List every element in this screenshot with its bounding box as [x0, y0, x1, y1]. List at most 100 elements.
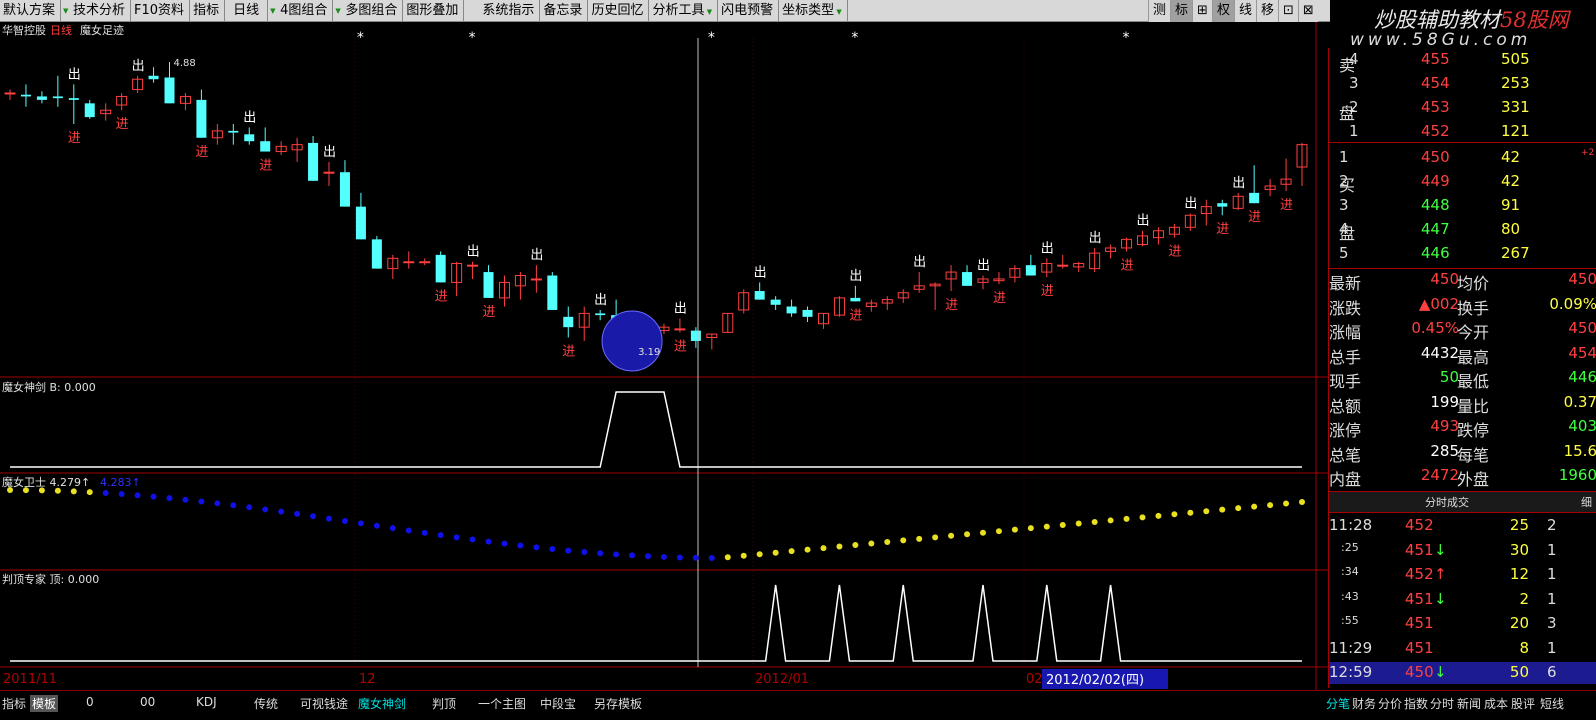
- sell-price[interactable]: 453: [1421, 98, 1450, 116]
- quote-tab[interactable]: 分时: [1430, 695, 1454, 712]
- buy-level[interactable]: 2: [1339, 172, 1349, 190]
- buy-level[interactable]: 5: [1339, 244, 1349, 262]
- quote-tab[interactable]: 短线: [1540, 695, 1564, 712]
- sell-volume[interactable]: 253: [1501, 74, 1530, 92]
- buy-volume[interactable]: 42: [1501, 148, 1520, 166]
- quote-tab[interactable]: 股评: [1511, 695, 1535, 712]
- buy-price[interactable]: 448: [1421, 196, 1450, 214]
- sell-price[interactable]: 455: [1421, 50, 1450, 68]
- menu-memo[interactable]: 备忘录: [540, 0, 589, 21]
- sell-level[interactable]: 4: [1349, 50, 1359, 68]
- bottom-tab[interactable]: 另存模板: [594, 695, 642, 712]
- sell-level[interactable]: 1: [1349, 122, 1359, 140]
- sell-level[interactable]: 2: [1349, 98, 1359, 116]
- quote-tab[interactable]: 新闻: [1457, 695, 1481, 712]
- menu-daily[interactable]: 日线: [225, 0, 269, 21]
- tick-direction-icon: ↓: [1434, 540, 1447, 559]
- sell-volume[interactable]: 331: [1501, 98, 1530, 116]
- buy-volume[interactable]: 42: [1501, 172, 1520, 190]
- menu-history[interactable]: 历史回忆: [588, 0, 650, 21]
- bottom-tab[interactable]: 0: [86, 695, 94, 709]
- tick-price: 451: [1405, 638, 1434, 657]
- menu-analysis-tools[interactable]: 分析工具: [649, 0, 719, 21]
- tick-count: 2: [1547, 516, 1557, 534]
- quote-tab[interactable]: 财务: [1352, 695, 1376, 712]
- menu-default-scheme[interactable]: 默认方案: [0, 0, 62, 21]
- signal-out-label: 出: [849, 269, 862, 284]
- buy-price[interactable]: 449: [1421, 172, 1450, 190]
- candle-body: [563, 316, 574, 328]
- sell-level[interactable]: 3: [1349, 74, 1359, 92]
- guard-dot: [86, 489, 93, 496]
- candle-body: [244, 134, 255, 142]
- guard-dot: [1107, 517, 1114, 524]
- candle-body: [196, 99, 207, 138]
- buy-level[interactable]: 4: [1339, 220, 1349, 238]
- bottom-tab[interactable]: 模板: [30, 695, 59, 712]
- quote-tab[interactable]: 分价: [1378, 695, 1402, 712]
- guard-dot: [995, 528, 1002, 535]
- star-marker: *: [708, 30, 715, 46]
- menu-4-chart[interactable]: 4图组合: [268, 0, 334, 21]
- tool-move[interactable]: 移: [1255, 0, 1278, 22]
- guard-dot: [134, 492, 141, 499]
- bottom-tab[interactable]: 可视钱途: [300, 695, 348, 712]
- guard-dot: [1171, 511, 1178, 518]
- bottom-tab[interactable]: 中段宝: [540, 695, 576, 712]
- guard-dot: [565, 547, 572, 554]
- bottom-tab[interactable]: 魔女神剑: [358, 695, 406, 712]
- buy-level[interactable]: 3: [1339, 196, 1349, 214]
- signal-in-label: 进: [1168, 245, 1181, 260]
- signal-out-label: 出: [913, 255, 926, 270]
- quote-tab[interactable]: 成本: [1484, 695, 1508, 712]
- menu-technical-analysis[interactable]: 技术分析: [61, 0, 132, 21]
- sell-volume[interactable]: 505: [1501, 50, 1530, 68]
- menu-system[interactable]: 系统指示: [464, 0, 541, 21]
- menu-multi-chart[interactable]: 多图组合: [333, 0, 404, 21]
- close-icon[interactable]: ⊠: [1297, 0, 1318, 22]
- bottom-tab[interactable]: KDJ: [196, 695, 217, 709]
- menu-overlay[interactable]: 图形叠加: [403, 0, 465, 21]
- tick-direction-icon: ↑: [1434, 565, 1447, 583]
- bottom-tab[interactable]: 传统: [254, 695, 278, 712]
- quote-tab[interactable]: 分笔: [1326, 695, 1350, 712]
- stat-label: 每笔: [1457, 445, 1490, 465]
- buy-level[interactable]: 1: [1339, 148, 1349, 166]
- tool-measure[interactable]: 测: [1148, 0, 1170, 22]
- bottom-tab[interactable]: 一个主图: [478, 695, 526, 712]
- quote-tab[interactable]: 指数: [1404, 695, 1428, 712]
- buy-price[interactable]: 446: [1421, 244, 1450, 262]
- bottom-tab[interactable]: 00: [140, 695, 155, 709]
- guard-dot: [485, 538, 492, 545]
- guard-dot: [756, 551, 763, 558]
- tool-rights[interactable]: 权: [1211, 0, 1234, 22]
- tool-mark[interactable]: 标: [1170, 0, 1193, 22]
- low-marker-circle: [601, 310, 663, 372]
- tool-line[interactable]: 线: [1233, 0, 1256, 22]
- bottom-tab[interactable]: 指标: [2, 695, 26, 712]
- buy-volume[interactable]: 91: [1501, 196, 1520, 214]
- tick-price: 451: [1405, 589, 1434, 608]
- ticks-detail-button[interactable]: 细: [1581, 494, 1592, 510]
- restore-icon[interactable]: ⊡: [1277, 0, 1298, 22]
- guard-dot: [1187, 509, 1194, 516]
- buy-price[interactable]: 450: [1421, 148, 1450, 166]
- stat-value: 493: [1430, 417, 1459, 435]
- signal-in-label: 进: [562, 345, 575, 360]
- menu-f10[interactable]: F10资料: [131, 0, 191, 21]
- bottom-tab[interactable]: 判顶: [432, 695, 456, 712]
- sell-volume[interactable]: 121: [1501, 122, 1530, 140]
- guard-dot: [804, 546, 811, 553]
- kline-chart[interactable]: 华智控股 日线 魔女足迹出出出出出 出出出出 出出 出出出出出出进进进进进进进 进进进进进进…: [0, 22, 1328, 690]
- stat-value: 1960: [1558, 466, 1596, 484]
- buy-price[interactable]: 447: [1421, 220, 1450, 238]
- buy-volume[interactable]: 80: [1501, 220, 1520, 238]
- sell-price[interactable]: 454: [1421, 74, 1450, 92]
- tool-grid-icon[interactable]: ⊞: [1192, 0, 1212, 22]
- menu-indicator[interactable]: 指标: [190, 0, 226, 21]
- menu-axis-type[interactable]: 坐标类型: [779, 0, 848, 21]
- buy-volume[interactable]: 267: [1501, 244, 1530, 262]
- menu-flash-alert[interactable]: 闪电预警: [718, 0, 780, 21]
- signal-out-label: 出: [674, 302, 687, 317]
- sell-price[interactable]: 452: [1421, 122, 1450, 140]
